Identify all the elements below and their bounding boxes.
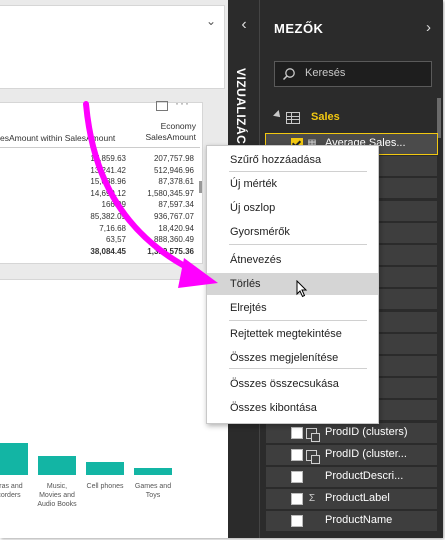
- menu-item-label: Elrejtés: [230, 302, 267, 314]
- table-cell: 17,859.63: [90, 154, 126, 163]
- field-name: ProdID (cluster...: [325, 447, 407, 460]
- field-name: ProdID (clusters): [325, 425, 408, 438]
- cluster-icon: [306, 427, 320, 442]
- sigma-icon: Σ: [308, 493, 316, 505]
- field-checkbox[interactable]: [291, 426, 303, 439]
- field-item[interactable]: ProdID (cluster...: [266, 444, 437, 465]
- context-menu: Szűrő hozzáadása Új mérték Új oszlop Gyorsm…: [206, 145, 379, 424]
- mouse-cursor-icon: [296, 280, 308, 298]
- table-cell: 512,946.96: [153, 165, 194, 175]
- table-cell: 1,580,345.97: [147, 188, 194, 198]
- menu-item-label: Szűrő hozzáadása: [230, 154, 322, 166]
- menu-item[interactable]: Új mérték: [207, 173, 378, 195]
- field-item[interactable]: ProdID (clusters): [266, 422, 437, 443]
- table-cell: 85,382.09: [90, 212, 126, 221]
- table-cell: 63,57: [105, 235, 126, 245]
- menu-item-label: Rejtettek megtekintése: [230, 328, 342, 340]
- menu-item[interactable]: Elrejtés: [207, 297, 378, 319]
- top-visual[interactable]: ⌄: [0, 5, 225, 89]
- field-name: ProductDescri...: [325, 470, 404, 482]
- report-canvas: ⌄ ··· esAmount within SalesAmount Econom…: [0, 0, 228, 538]
- table-cell: 166.99: [101, 200, 126, 210]
- table-cell: 207,757.98: [153, 154, 194, 163]
- table-visual[interactable]: ··· esAmount within SalesAmount Economy …: [0, 96, 203, 264]
- column-header-economy[interactable]: Economy SalesAmount: [132, 121, 196, 143]
- menu-item-label: Összes kibontása: [230, 402, 317, 414]
- menu-item[interactable]: Összes összecsukása: [207, 373, 378, 395]
- menu-item-label: Gyorsmérők: [230, 226, 290, 238]
- visual-header-icons: ···: [156, 96, 196, 113]
- bar[interactable]: [86, 462, 124, 475]
- menu-item[interactable]: Szűrő hozzáadása: [207, 149, 378, 171]
- table-cell: 87,378.61: [158, 177, 194, 187]
- menu-separator: [229, 320, 367, 321]
- field-item[interactable]: Σ ProductLabel: [266, 489, 437, 510]
- search-input[interactable]: Keresés: [274, 61, 432, 87]
- table-cell: 13,241.42: [90, 165, 126, 175]
- table-total-cell: 1,319,575.36: [147, 246, 194, 256]
- table-cell: 14,699.12: [90, 188, 126, 198]
- table-name: Sales: [311, 111, 340, 123]
- x-tick-label: Music, Movies and Audio Books: [37, 483, 77, 508]
- menu-item[interactable]: Törlés: [207, 273, 378, 295]
- expand-triangle-icon[interactable]: [273, 110, 283, 120]
- collapse-fields-icon[interactable]: ›: [426, 19, 431, 36]
- menu-item-label: Összes összecsukása: [230, 378, 339, 390]
- field-item[interactable]: ProductDescri...: [266, 467, 437, 487]
- focus-mode-icon[interactable]: [156, 101, 168, 111]
- chevron-down-icon[interactable]: ⌄: [206, 14, 216, 28]
- search-icon: [282, 68, 295, 81]
- menu-item[interactable]: Összes megjelenítése: [207, 347, 378, 369]
- table-icon: [286, 112, 300, 124]
- more-options-icon[interactable]: ···: [175, 96, 190, 110]
- field-name: ProductLabel: [325, 492, 390, 505]
- menu-item[interactable]: Gyorsmérők: [207, 221, 378, 243]
- table-cell: 7,16.68: [99, 223, 126, 233]
- table-cell: 888,360.49: [153, 235, 194, 245]
- field-checkbox[interactable]: [291, 471, 303, 483]
- bar[interactable]: [0, 443, 28, 475]
- menu-item-label: Törlés: [230, 278, 261, 290]
- header-divider: [0, 147, 200, 148]
- field-checkbox[interactable]: [291, 448, 303, 461]
- menu-item[interactable]: Átnevezés: [207, 249, 378, 271]
- menu-item-label: Új mérték: [230, 178, 278, 190]
- bar[interactable]: [134, 467, 172, 475]
- column-header-sales-within[interactable]: esAmount within SalesAmount: [0, 133, 115, 144]
- x-tick-label: eras and corders: [0, 483, 23, 499]
- bar[interactable]: [38, 456, 76, 475]
- expand-visualizations-icon[interactable]: ‹: [228, 16, 260, 34]
- menu-separator: [229, 244, 367, 245]
- menu-separator: [229, 171, 367, 172]
- search-placeholder: Keresés: [305, 67, 346, 79]
- field-checkbox[interactable]: [291, 515, 303, 528]
- cluster-icon: [306, 449, 320, 464]
- menu-item-label: Új oszlop: [230, 202, 276, 214]
- table-cell: 936,767.07: [153, 212, 194, 221]
- app-window: ⌄ ··· esAmount within SalesAmount Econom…: [0, 0, 443, 538]
- menu-item[interactable]: Új oszlop: [207, 197, 378, 219]
- menu-item-label: Átnevezés: [230, 254, 282, 266]
- table-cell: 87,597.34: [158, 200, 194, 210]
- table-node-sales[interactable]: Sales: [260, 109, 443, 127]
- table-cell: 15,038.96: [90, 177, 126, 187]
- menu-item-label: Összes megjelenítése: [230, 352, 339, 364]
- x-tick-label: Cell phones: [86, 483, 124, 490]
- table-scrollbar[interactable]: [199, 181, 202, 193]
- menu-item[interactable]: Összes kibontása: [207, 397, 378, 419]
- fields-title: MEZŐK: [274, 21, 324, 36]
- table-total-cell: 38,084.45: [90, 246, 126, 256]
- x-tick-label: Games and Toys: [134, 483, 172, 499]
- field-name: ProductName: [325, 514, 393, 527]
- menu-item[interactable]: Rejtettek megtekintése: [207, 323, 378, 345]
- field-item[interactable]: ProductName: [266, 511, 437, 532]
- table-cell: 18,420.94: [158, 223, 194, 233]
- bar-chart-visual[interactable]: eras and corders Music, Movies and Audio …: [0, 279, 228, 538]
- field-checkbox[interactable]: [291, 493, 303, 506]
